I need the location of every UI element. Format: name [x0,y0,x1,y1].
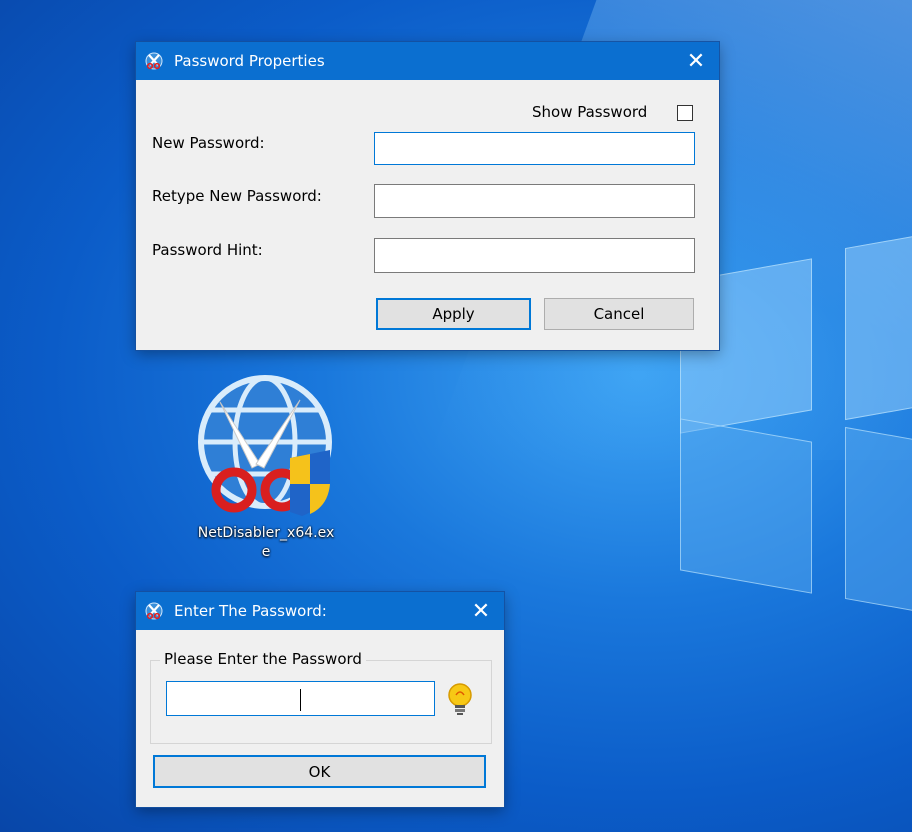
group-label: Please Enter the Password [160,650,366,668]
show-password-checkbox[interactable] [677,105,693,121]
dialog-body: Please Enter the Password OK [136,630,504,807]
close-button[interactable]: ✕ [673,42,719,80]
new-password-input[interactable] [374,132,695,165]
dialog-title: Enter The Password: [174,602,327,620]
cancel-button-label: Cancel [593,305,645,323]
close-button[interactable]: ✕ [458,592,504,630]
retype-password-label: Retype New Password: [152,187,322,205]
cancel-button[interactable]: Cancel [544,298,694,330]
ok-button[interactable]: OK [153,755,486,788]
netdisabler-globe-scissors-shield-icon [198,375,332,516]
enter-password-dialog: Enter The Password: ✕ Please Enter the P… [136,592,504,807]
apply-button[interactable]: Apply [376,298,531,330]
netdisabler-desktop-icon[interactable]: NetDisabler_x64.ex e [176,372,356,572]
desktop-icon-label: NetDisabler_x64.ex e [197,525,335,560]
new-password-label: New Password: [152,134,265,152]
close-icon: ✕ [471,598,491,624]
dialog-body: Show Password New Password: Retype New P… [136,80,719,350]
show-password-label[interactable]: Show Password [532,103,647,121]
password-properties-titlebar[interactable]: Password Properties ✕ [136,42,719,80]
password-hint-label: Password Hint: [152,241,263,259]
retype-password-input[interactable] [374,184,695,218]
password-hint-input[interactable] [374,238,695,273]
enter-password-titlebar[interactable]: Enter The Password: ✕ [136,592,504,630]
app-icon [145,602,163,620]
apply-button-label: Apply [432,305,475,323]
app-icon [145,52,163,70]
password-properties-dialog: Password Properties ✕ Show Password New … [136,42,719,350]
close-icon: ✕ [686,48,706,74]
lightbulb-icon[interactable] [446,682,474,718]
text-cursor [300,689,301,711]
dialog-title: Password Properties [174,52,325,70]
ok-button-label: OK [308,762,331,781]
